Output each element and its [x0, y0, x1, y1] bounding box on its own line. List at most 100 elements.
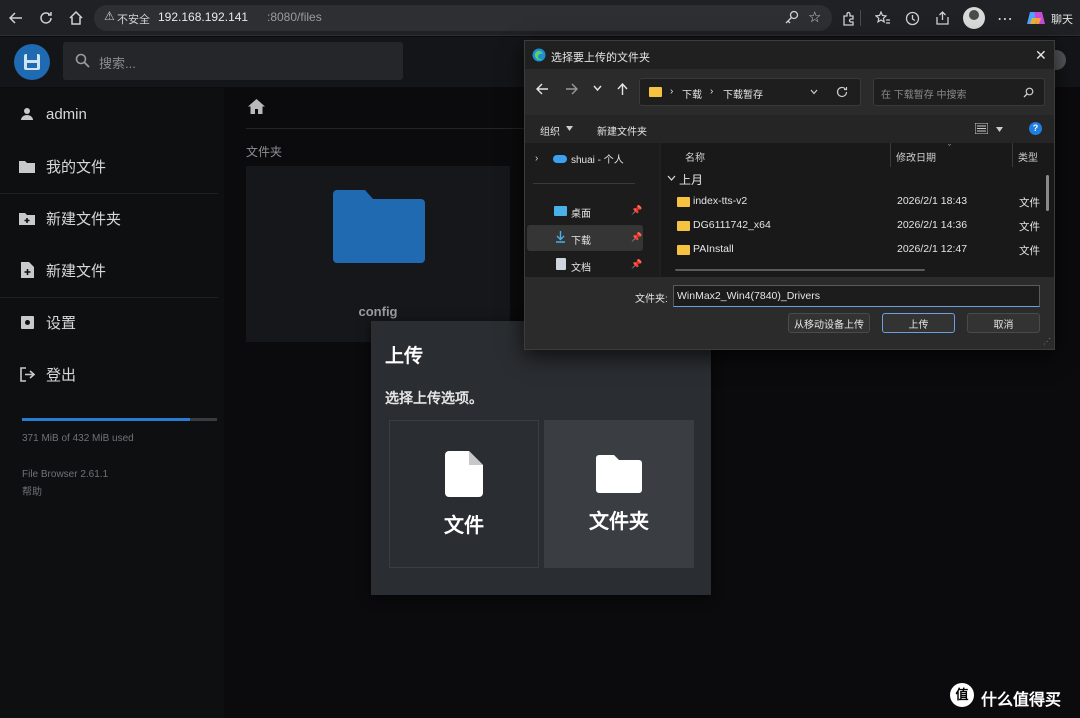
- chevron-down-icon[interactable]: [810, 89, 818, 95]
- row-name: PAInstall: [693, 243, 734, 255]
- sidebar: admin 我的文件 新建文件夹 新建文件 设置 登出: [0, 88, 224, 718]
- documents-icon: [556, 258, 566, 270]
- key-icon[interactable]: [784, 9, 800, 25]
- gear-icon: [18, 313, 36, 331]
- column-type[interactable]: 类型: [1018, 149, 1038, 164]
- forward-icon[interactable]: [565, 83, 578, 95]
- nav-item-downloads[interactable]: 下载: [571, 232, 591, 247]
- search-input[interactable]: 搜索...: [99, 53, 136, 72]
- path-breadcrumb[interactable]: › 下载 › 下载暂存: [639, 78, 861, 106]
- nav-item-documents[interactable]: 文档: [571, 259, 591, 274]
- search-icon: [1023, 87, 1034, 98]
- view-list-icon[interactable]: [975, 123, 988, 134]
- folder-item[interactable]: config: [246, 166, 510, 342]
- more-icon[interactable]: ⋯: [993, 6, 1017, 30]
- folder-field-label: 文件夹:: [635, 294, 668, 305]
- app-logo[interactable]: [14, 44, 50, 80]
- upload-from-mobile-button[interactable]: 从移动设备上传: [788, 313, 870, 333]
- modal-title: 上传: [385, 346, 424, 367]
- nav-item-desktop[interactable]: 桌面: [571, 205, 591, 220]
- profile-avatar[interactable]: [963, 7, 985, 29]
- folder-icon: [677, 221, 690, 231]
- folder-icon: [333, 188, 425, 263]
- search-icon: [75, 53, 90, 68]
- star-icon[interactable]: ☆: [808, 8, 821, 26]
- horizontal-scrollbar[interactable]: [675, 269, 925, 271]
- folder-name-input[interactable]: WinMax2_Win4(7840)_Drivers: [673, 285, 1040, 307]
- storage-usage-text: 371 MiB of 432 MiB used: [22, 433, 134, 444]
- dialog-search-input[interactable]: 在 下载暂存 中搜索: [881, 86, 967, 101]
- dialog-search[interactable]: 在 下载暂存 中搜索: [873, 78, 1045, 106]
- column-divider[interactable]: [1012, 143, 1013, 167]
- refresh-icon[interactable]: [836, 86, 848, 98]
- row-name: index-tts-v2: [693, 195, 748, 207]
- address-bar[interactable]: ⚠ 不安全 192.168.192.141 :8080/files ☆: [94, 5, 832, 31]
- upload-modal: 上传 选择上传选项。 文件 文件夹: [371, 321, 711, 595]
- pin-icon: 📌: [631, 259, 643, 269]
- help-link[interactable]: 帮助: [22, 483, 42, 498]
- help-icon[interactable]: ?: [1029, 122, 1042, 135]
- sidebar-item-logout[interactable]: 登出: [0, 350, 220, 398]
- nav-divider: [533, 183, 635, 184]
- pin-icon: 📌: [631, 232, 643, 242]
- nav-item-onedrive[interactable]: shuai - 个人: [571, 151, 624, 166]
- crumb-downloads[interactable]: 下载: [682, 86, 702, 101]
- column-modified[interactable]: 修改日期: [896, 149, 936, 164]
- folder-icon: [677, 245, 690, 255]
- up-icon[interactable]: [617, 83, 628, 95]
- chat-label[interactable]: 聊天: [1051, 11, 1073, 27]
- sidebar-item-label: 新建文件夹: [46, 210, 122, 228]
- file-row[interactable]: index-tts-v2 2026/2/1 18:43 文件: [661, 190, 1051, 214]
- upload-folder-option[interactable]: 文件夹: [544, 420, 694, 568]
- upload-button[interactable]: 上传: [882, 313, 955, 333]
- resize-grip-icon[interactable]: ⋰: [1043, 337, 1051, 346]
- sidebar-item-settings[interactable]: 设置: [0, 298, 220, 346]
- sidebar-item-user[interactable]: admin: [0, 90, 220, 138]
- warning-icon: ⚠: [104, 9, 115, 23]
- modal-prompt: 选择上传选项。: [385, 390, 483, 406]
- url-host: 192.168.192.141: [158, 10, 249, 24]
- sidebar-item-label: 新建文件: [46, 262, 107, 280]
- copilot-icon[interactable]: [1026, 8, 1046, 28]
- history-icon[interactable]: [900, 6, 924, 30]
- home-icon[interactable]: [64, 6, 88, 30]
- folder-icon: [649, 87, 662, 97]
- storage-usage-bar: [22, 418, 217, 421]
- reload-icon[interactable]: [34, 6, 58, 30]
- file-row[interactable]: DG6111742_x64 2026/2/1 14:36 文件: [661, 214, 1051, 238]
- sidebar-item-new-folder[interactable]: 新建文件夹: [0, 194, 220, 242]
- row-type: 文件: [1019, 197, 1040, 209]
- person-icon: [18, 105, 36, 123]
- organize-menu[interactable]: 组织: [540, 123, 560, 138]
- breadcrumb-home-icon[interactable]: [248, 99, 265, 114]
- expand-chevron-icon[interactable]: ›: [535, 153, 538, 164]
- folder-picker-dialog: 选择要上传的文件夹 ✕ › 下载 › 下载暂存 在 下载暂存 中搜索 组织 新建…: [524, 40, 1055, 350]
- toolbar-divider: [860, 10, 861, 26]
- crumb-staging[interactable]: 下载暂存: [723, 86, 763, 101]
- back-icon[interactable]: [4, 6, 28, 30]
- new-folder-button[interactable]: 新建文件夹: [597, 123, 647, 138]
- row-name: DG6111742_x64: [693, 219, 771, 231]
- column-divider[interactable]: [890, 143, 891, 167]
- chevron-down-icon[interactable]: [593, 85, 602, 92]
- share-icon[interactable]: [930, 6, 954, 30]
- search-box[interactable]: 搜索...: [63, 42, 403, 80]
- sidebar-item-my-files[interactable]: 我的文件: [0, 142, 220, 190]
- chevron-down-icon[interactable]: [996, 127, 1003, 132]
- desktop-icon: [554, 206, 567, 216]
- extensions-icon[interactable]: [836, 6, 860, 30]
- upload-file-option[interactable]: 文件: [389, 420, 539, 568]
- favorites-icon[interactable]: [870, 6, 894, 30]
- url-path: :8080/files: [267, 10, 322, 24]
- close-icon[interactable]: ✕: [1035, 47, 1047, 64]
- back-icon[interactable]: [536, 83, 549, 95]
- sidebar-item-new-file[interactable]: 新建文件: [0, 246, 220, 294]
- row-type: 文件: [1019, 245, 1040, 257]
- cancel-button[interactable]: 取消: [967, 313, 1040, 333]
- column-name[interactable]: 名称: [685, 149, 705, 164]
- storage-usage-fill: [22, 418, 190, 421]
- file-row[interactable]: PAInstall 2026/2/1 12:47 文件: [661, 238, 1051, 262]
- folder-name: config: [358, 304, 398, 319]
- row-modified: 2026/2/1 14:36: [897, 219, 968, 231]
- group-collapse-icon[interactable]: [667, 175, 676, 181]
